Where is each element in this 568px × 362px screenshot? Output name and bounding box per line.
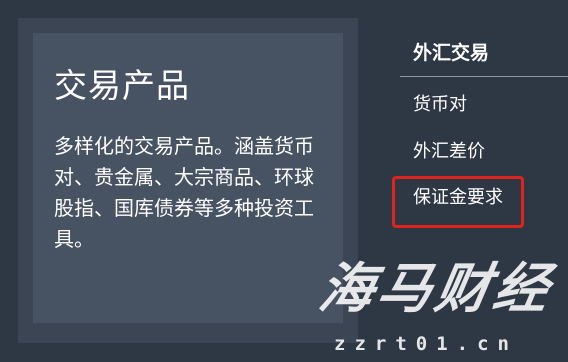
nav-heading[interactable]: 外汇交易: [413, 44, 489, 63]
nav-item-currency-pairs[interactable]: 货币对: [413, 96, 467, 114]
nav-divider: [400, 76, 568, 77]
watermark-logo: 海马财经 zzrt01.cn: [314, 257, 568, 362]
card-description: 多样化的交易产品。涵盖货币对、贵金属、大宗商品、环球股指、国库债券等多种投资工具…: [54, 134, 314, 251]
watermark-name: 海马财经: [314, 257, 558, 320]
card-title: 交易产品: [54, 66, 190, 105]
watermark-url: zzrt01.cn: [334, 333, 518, 355]
product-card: 交易产品 多样化的交易产品。涵盖货币对、贵金属、大宗商品、环球股指、国库债券等多…: [18, 18, 358, 343]
product-card-inner: 交易产品 多样化的交易产品。涵盖货币对、贵金属、大宗商品、环球股指、国库债券等多…: [33, 33, 343, 323]
highlight-box: [392, 176, 524, 228]
nav-item-forex-spread[interactable]: 外汇差价: [413, 143, 485, 161]
